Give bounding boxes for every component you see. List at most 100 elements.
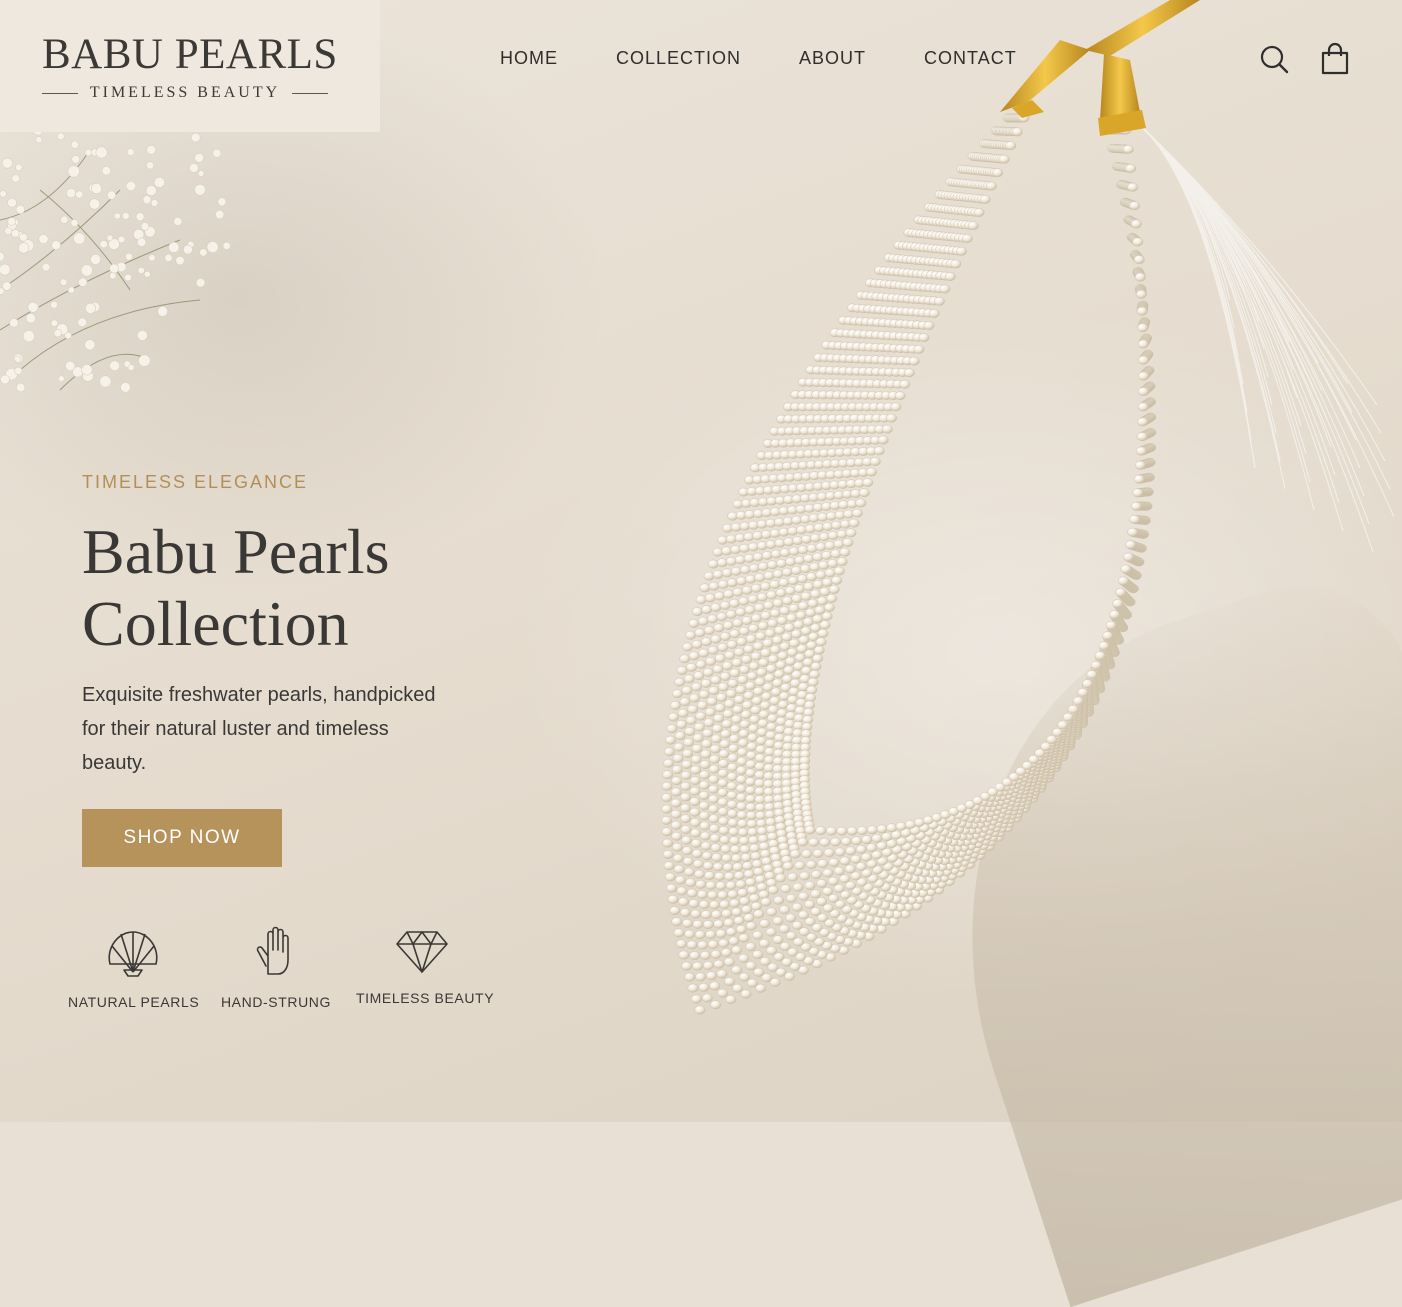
pearl	[708, 804, 719, 814]
pearl	[709, 744, 721, 754]
pearl	[760, 648, 772, 658]
flower-blossom	[14, 366, 23, 375]
pearl	[737, 827, 749, 837]
pearl	[718, 826, 730, 835]
pearl	[833, 566, 845, 576]
pearl	[685, 878, 696, 887]
pearl	[736, 925, 747, 934]
pearl	[807, 677, 819, 687]
pearl	[737, 819, 748, 828]
pearl	[707, 940, 719, 949]
pearl	[876, 824, 888, 834]
pearl	[754, 795, 766, 804]
pearl	[698, 801, 710, 811]
pearl	[745, 759, 757, 769]
pearl	[674, 731, 686, 741]
pearl	[967, 221, 979, 231]
pearl	[806, 860, 817, 870]
flower-blossom	[84, 339, 96, 351]
cord-top	[1085, 0, 1200, 56]
pearl	[690, 909, 702, 919]
pearl	[818, 560, 830, 570]
pearl	[822, 868, 834, 878]
pearl	[780, 884, 792, 894]
flower-blossom	[11, 229, 20, 238]
pearl	[701, 851, 713, 861]
flower-blossom	[164, 253, 173, 262]
pearl	[775, 873, 787, 883]
flower-blossom	[113, 212, 121, 220]
pearl	[743, 644, 755, 654]
flower-blossom	[107, 190, 117, 200]
pearl	[1132, 488, 1144, 498]
pearl	[718, 749, 730, 759]
pearl	[661, 816, 673, 825]
pearl	[752, 552, 764, 562]
pearl	[828, 585, 840, 594]
pearl	[934, 296, 945, 306]
pearl	[1105, 620, 1117, 630]
flower-blossom	[80, 264, 93, 277]
pearl	[1123, 144, 1134, 154]
flower-blossom	[212, 148, 222, 158]
pearl	[722, 621, 734, 630]
pearl	[806, 572, 818, 582]
pearl	[817, 859, 829, 869]
pearl	[686, 663, 697, 672]
flower-blossom	[150, 199, 159, 207]
pearl	[695, 972, 706, 982]
pearl	[763, 755, 775, 765]
pearl	[1137, 339, 1149, 349]
pearl	[765, 927, 777, 937]
pearl	[670, 798, 682, 808]
pearl	[715, 929, 727, 939]
pearl	[772, 569, 784, 579]
pearl	[708, 774, 720, 784]
pearl	[803, 554, 815, 563]
pearl	[779, 905, 790, 915]
pearl	[714, 872, 725, 881]
pearl	[662, 770, 674, 780]
pearl	[698, 791, 710, 800]
pearl	[711, 853, 723, 862]
shop-now-button[interactable]: SHOP NOW	[82, 809, 282, 867]
pearl	[779, 924, 790, 934]
pearl	[1127, 527, 1139, 537]
pearl	[732, 862, 744, 872]
pearl	[845, 528, 857, 538]
pearl	[846, 826, 858, 836]
pearl	[689, 786, 701, 796]
pearl	[700, 679, 712, 688]
pearl	[760, 611, 772, 621]
pearl	[939, 284, 951, 294]
pearl	[739, 665, 750, 674]
pearl	[681, 835, 692, 845]
pearl	[702, 861, 714, 871]
flower-blossom	[0, 252, 5, 262]
pearl	[672, 853, 684, 863]
pearl	[861, 835, 873, 845]
pearl	[804, 825, 816, 835]
pearl	[720, 844, 732, 854]
pearl	[701, 739, 713, 749]
flower-blossom	[51, 240, 61, 250]
pearl	[666, 883, 677, 893]
pearl	[773, 741, 785, 750]
logo[interactable]: BABU PEARLS TIMELESS BEAUTY	[0, 0, 380, 132]
pearl	[805, 693, 816, 702]
pearl	[752, 641, 764, 651]
pearl	[671, 917, 683, 927]
flower-blossom	[109, 263, 120, 274]
pearl	[1046, 735, 1058, 744]
pearl	[741, 655, 752, 664]
pearl	[726, 772, 738, 782]
pearl	[828, 858, 840, 867]
pearl	[787, 872, 799, 882]
pearl	[810, 533, 821, 543]
pearl	[711, 724, 723, 733]
flower-blossom	[81, 364, 93, 376]
pearl	[753, 867, 764, 877]
tagline-divider-left	[42, 92, 78, 94]
pearl	[710, 843, 722, 853]
flower-blossom	[0, 287, 5, 295]
